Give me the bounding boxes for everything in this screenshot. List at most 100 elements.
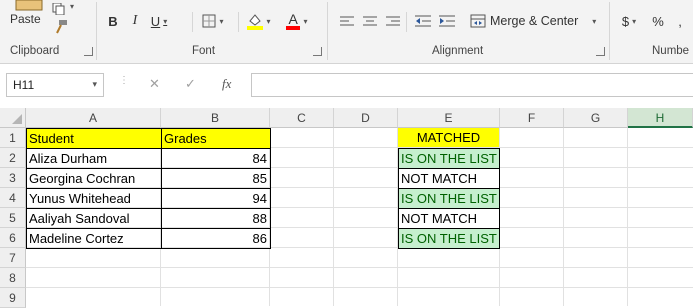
name-box-value: H11 [13,78,35,92]
select-all-button[interactable] [0,108,26,128]
align-right-button[interactable] [384,10,402,32]
divider [327,2,328,60]
clipboard-launcher-icon[interactable] [84,47,93,56]
chevron-down-icon: ▾ [266,16,271,26]
divider [192,12,193,32]
italic-label: I [132,13,138,28]
number-group-label: Numbe [652,45,690,57]
row-header-6[interactable]: 6 [0,228,26,248]
cell-a6[interactable]: Madeline Cortez [26,228,162,249]
cell-a1[interactable]: Student [26,128,162,149]
copy-caret-icon[interactable]: ▾ [70,2,74,11]
divider [609,2,610,60]
merge-center-button[interactable]: Merge & Center ▾ [470,10,600,32]
align-center-icon [363,16,377,26]
clipboard-group-label: Clipboard [10,45,60,57]
enter-icon[interactable]: ✓ [185,76,196,92]
percent-label: % [652,13,664,29]
cell-b1[interactable]: Grades [161,128,271,149]
cell-e6[interactable]: IS ON THE LIST [398,228,500,249]
underline-label: U [150,13,161,29]
row-header-4[interactable]: 4 [0,188,26,208]
currency-label: $ [621,13,630,29]
row-header-8[interactable]: 8 [0,268,26,288]
insert-function-icon[interactable]: fx [222,76,231,92]
cell-e4[interactable]: IS ON THE LIST [398,188,500,209]
column-header-b[interactable]: B [161,108,270,128]
row-header-7[interactable]: 7 [0,248,26,268]
font-color-swatch [286,26,301,30]
cell-b5[interactable]: 88 [161,208,271,229]
align-right-icon [386,16,400,26]
cell-b2[interactable]: 84 [161,148,271,169]
cell-a2[interactable]: Aliza Durham [26,148,162,169]
merge-center-label: Merge & Center [490,14,579,28]
paste-button[interactable]: Paste [6,0,48,42]
column-header-c[interactable]: C [270,108,334,128]
chevron-down-icon: ▾ [592,16,597,26]
formula-bar-grip-icon: ⋮ [119,76,129,92]
format-painter-icon[interactable] [54,20,68,34]
paste-icon [15,0,43,11]
spreadsheet-grid: A B C D E F G H 1 2 3 4 5 6 7 8 9 Studen… [0,108,693,308]
chevron-down-icon: ▾ [219,16,224,26]
name-box[interactable]: H11 ▾ [6,73,104,97]
cell-b6[interactable]: 86 [161,228,271,249]
divider [96,2,97,60]
font-color-button[interactable]: A ▾ [282,10,312,32]
chevron-down-icon: ▾ [163,16,168,26]
borders-button[interactable]: ▾ [198,10,228,32]
increase-indent-icon [439,15,455,27]
font-color-icon: A [286,11,301,30]
divider [238,12,239,32]
cancel-icon[interactable]: ✕ [149,76,160,92]
cell-a4[interactable]: Yunus Whitehead [26,188,162,209]
ribbon: Paste ▾ Clipboard B I U ▾ ▾ ▾ A ▾ Font M… [0,0,693,64]
fill-color-icon [247,12,264,30]
row-header-1[interactable]: 1 [0,128,26,148]
cell-e2[interactable]: IS ON THE LIST [398,148,500,169]
formula-input[interactable] [251,73,693,97]
alignment-group-label: Alignment [432,45,484,57]
fill-color-button[interactable]: ▾ [244,10,274,32]
underline-button[interactable]: U ▾ [148,10,170,32]
chevron-down-icon[interactable]: ▾ [92,79,97,90]
font-launcher-icon[interactable] [313,47,322,56]
column-header-e[interactable]: E [398,108,500,128]
cell-a3[interactable]: Georgina Cochran [26,168,162,189]
paste-label: Paste [10,12,41,26]
column-header-d[interactable]: D [334,108,398,128]
increase-indent-button[interactable] [438,10,456,32]
align-left-button[interactable] [338,10,356,32]
divider [406,12,407,32]
borders-icon [202,14,216,28]
row-header-5[interactable]: 5 [0,208,26,228]
column-header-f[interactable]: F [500,108,564,128]
column-header-g[interactable]: G [564,108,628,128]
cell-b4[interactable]: 94 [161,188,271,209]
cell-b3[interactable]: 85 [161,168,271,189]
decrease-indent-icon [415,15,431,27]
row-header-2[interactable]: 2 [0,148,26,168]
bold-button[interactable]: B [104,10,122,32]
comma-button[interactable]: , [672,10,688,32]
italic-button[interactable]: I [126,10,144,32]
alignment-launcher-icon[interactable] [596,47,605,56]
currency-button[interactable]: $ ▾ [616,10,642,32]
copy-icon[interactable] [52,2,66,16]
cell-e5[interactable]: NOT MATCH [398,208,500,229]
bold-label: B [108,13,118,29]
cell-e1[interactable]: MATCHED [398,128,500,148]
percent-button[interactable]: % [650,10,666,32]
cell-a5[interactable]: Aaliyah Sandoval [26,208,162,229]
row-header-9[interactable]: 9 [0,288,26,308]
comma-label: , [678,13,682,29]
cell-e3[interactable]: NOT MATCH [398,168,500,189]
column-header-h[interactable]: H [628,108,693,128]
decrease-indent-button[interactable] [414,10,432,32]
align-center-button[interactable] [361,10,379,32]
formula-buttons: ✕ ✓ fx [137,73,247,97]
select-all-icon [12,114,22,124]
row-header-3[interactable]: 3 [0,168,26,188]
column-header-a[interactable]: A [26,108,161,128]
